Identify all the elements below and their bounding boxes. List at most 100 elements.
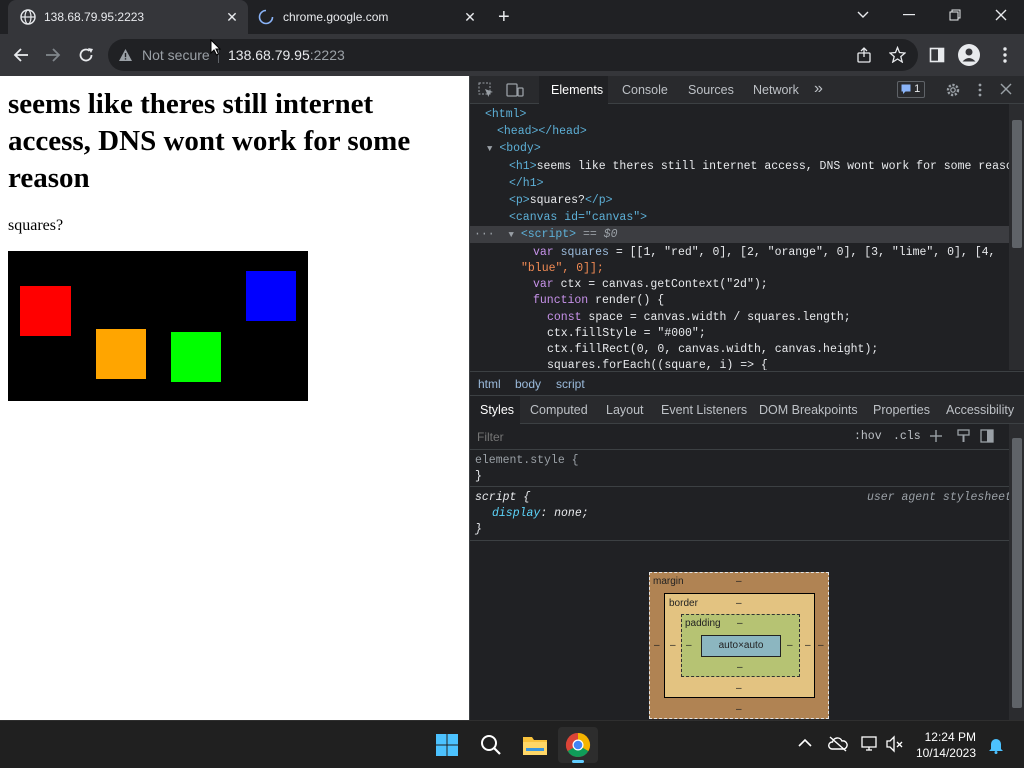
dom-scrollbar-thumb[interactable] — [1012, 120, 1022, 248]
tab-network[interactable]: Network — [753, 83, 799, 97]
tab-inactive[interactable]: chrome.google.com ✕ — [250, 0, 486, 34]
dom-node-html[interactable]: <html> — [485, 106, 526, 123]
close-tab-icon[interactable]: ✕ — [224, 9, 240, 25]
subtab-properties[interactable]: Properties — [873, 403, 930, 417]
rule-divider — [470, 486, 1010, 487]
dom-node-script[interactable]: ··· ▼ <script> == $0 — [474, 226, 617, 243]
border-bottom-value[interactable]: – — [736, 683, 742, 694]
forward-button[interactable] — [40, 42, 66, 68]
margin-top-value[interactable]: – — [736, 576, 742, 587]
code-text: squares.forEach((square, i) => { — [547, 359, 768, 370]
tab-active[interactable]: 138.68.79.95:2223 ✕ — [8, 0, 248, 34]
script-rule-close: } — [475, 523, 482, 536]
reload-button[interactable] — [73, 42, 99, 68]
url-text[interactable]: 138.68.79.95:2223 — [228, 47, 345, 63]
network-icon[interactable] — [861, 735, 879, 753]
padding-left-value[interactable]: – — [686, 640, 692, 651]
restore-button[interactable] — [932, 0, 978, 30]
dom-node-h1[interactable]: <h1>seems like theres still internet acc… — [509, 158, 1010, 175]
address-bar[interactable]: Not secure 138.68.79.95:2223 — [108, 39, 918, 71]
subtab-event-listeners[interactable]: Event Listeners — [661, 403, 747, 417]
windows-taskbar: 12:24 PM 10/14/2023 — [0, 720, 1024, 768]
settings-gear-icon[interactable] — [945, 82, 961, 98]
p-tag: <p> — [509, 194, 530, 207]
add-rule-icon[interactable] — [929, 429, 943, 443]
menu-kebab-icon[interactable] — [992, 42, 1018, 68]
back-button[interactable] — [8, 42, 34, 68]
subtab-dom-breakpoints[interactable]: DOM Breakpoints — [759, 403, 858, 417]
tab-title: chrome.google.com — [283, 10, 389, 24]
styles-filter-input[interactable] — [474, 426, 844, 448]
tab-console[interactable]: Console — [622, 83, 668, 97]
cls-toggle[interactable]: .cls — [893, 430, 921, 443]
close-devtools-icon[interactable] — [1000, 83, 1012, 95]
issues-badge[interactable]: 1 — [897, 81, 925, 98]
expand-triangle-icon[interactable]: ▼ — [509, 230, 514, 240]
device-toolbar-icon[interactable] — [506, 82, 524, 98]
styles-scrollbar-thumb[interactable] — [1012, 438, 1022, 708]
subtab-layout[interactable]: Layout — [606, 403, 644, 417]
chevron-up-icon[interactable] — [798, 738, 812, 748]
margin-left-value[interactable]: – — [654, 640, 660, 651]
dom-node-body[interactable]: ▼ <body> — [487, 140, 541, 157]
padding-top-value[interactable]: – — [737, 618, 743, 629]
paint-brush-icon[interactable] — [957, 429, 971, 443]
close-window-button[interactable] — [978, 0, 1024, 30]
border-right-value[interactable]: – — [805, 640, 811, 651]
script-rule-selector[interactable]: script { — [475, 491, 530, 504]
row-ellipsis: ··· — [474, 228, 495, 241]
side-panel-icon[interactable] — [924, 42, 950, 68]
minimize-button[interactable] — [886, 0, 932, 30]
dom-node-h1-close[interactable]: </h1> — [509, 175, 544, 192]
code-line: var squares = [[1, "red", 0], [2, "orang… — [533, 244, 995, 261]
devtools-menu-icon[interactable] — [978, 82, 982, 98]
margin-right-value[interactable]: – — [818, 640, 824, 651]
volume-muted-icon[interactable] — [886, 735, 904, 753]
tab-search-icon[interactable] — [840, 0, 886, 30]
border-top-value[interactable]: – — [736, 598, 742, 609]
margin-bottom-value[interactable]: – — [736, 704, 742, 715]
tab-elements[interactable]: Elements — [551, 83, 603, 97]
tab-sources[interactable]: Sources — [688, 83, 734, 97]
new-tab-button[interactable]: + — [498, 6, 510, 29]
padding-bottom-value[interactable]: – — [737, 662, 743, 673]
hov-toggle[interactable]: :hov — [854, 430, 882, 443]
element-style-selector[interactable]: element.style { — [475, 454, 579, 467]
profile-avatar-icon[interactable] — [956, 42, 982, 68]
search-icon[interactable] — [471, 727, 511, 763]
chrome-taskbar-icon[interactable] — [558, 727, 598, 763]
inspect-element-icon[interactable] — [478, 82, 494, 98]
breadcrumb-script[interactable]: script — [556, 377, 585, 391]
clock-time: 12:24 PM — [924, 730, 976, 744]
notification-bell-icon[interactable] — [988, 736, 1004, 754]
file-explorer-icon[interactable] — [515, 727, 555, 763]
dom-node-canvas[interactable]: <canvas id="canvas"> — [509, 209, 647, 226]
padding-right-value[interactable]: – — [787, 640, 793, 651]
breadcrumb-body[interactable]: body — [515, 377, 541, 391]
bookmark-star-icon[interactable] — [889, 46, 906, 63]
box-model-content[interactable]: auto×auto — [701, 635, 781, 657]
page-heading: seems like theres still internet access,… — [8, 88, 411, 194]
subtab-accessibility[interactable]: Accessibility — [946, 403, 1014, 417]
expand-triangle-icon[interactable]: ▼ — [487, 144, 492, 154]
system-clock[interactable]: 12:24 PM 10/14/2023 — [912, 729, 976, 761]
more-tabs-icon[interactable]: » — [814, 80, 823, 98]
code-text: = [[1, "red", 0], [2, "orange", 0], [3, … — [608, 246, 996, 259]
onedrive-offline-icon[interactable] — [828, 736, 848, 752]
box-model-border: border – – – – padding – – – – auto×auto — [664, 593, 815, 698]
subtab-styles[interactable]: Styles — [480, 403, 514, 417]
windows-start-icon[interactable] — [427, 727, 467, 763]
code-text: space = canvas.width / squares.length; — [581, 311, 851, 324]
issues-count: 1 — [914, 83, 921, 95]
dom-node-head[interactable]: <head></head> — [497, 123, 587, 140]
breadcrumb-html[interactable]: html — [478, 377, 501, 391]
p-close-tag: </p> — [584, 194, 613, 207]
sidebar-toggle-icon[interactable] — [980, 429, 994, 443]
square-lime — [171, 332, 221, 382]
dom-node-p[interactable]: <p>squares?</p> — [509, 192, 613, 209]
border-left-value[interactable]: – — [670, 640, 676, 651]
element-style-close: } — [475, 470, 482, 483]
subtab-computed[interactable]: Computed — [530, 403, 588, 417]
close-tab-icon[interactable]: ✕ — [462, 9, 478, 25]
share-icon[interactable] — [856, 47, 872, 63]
